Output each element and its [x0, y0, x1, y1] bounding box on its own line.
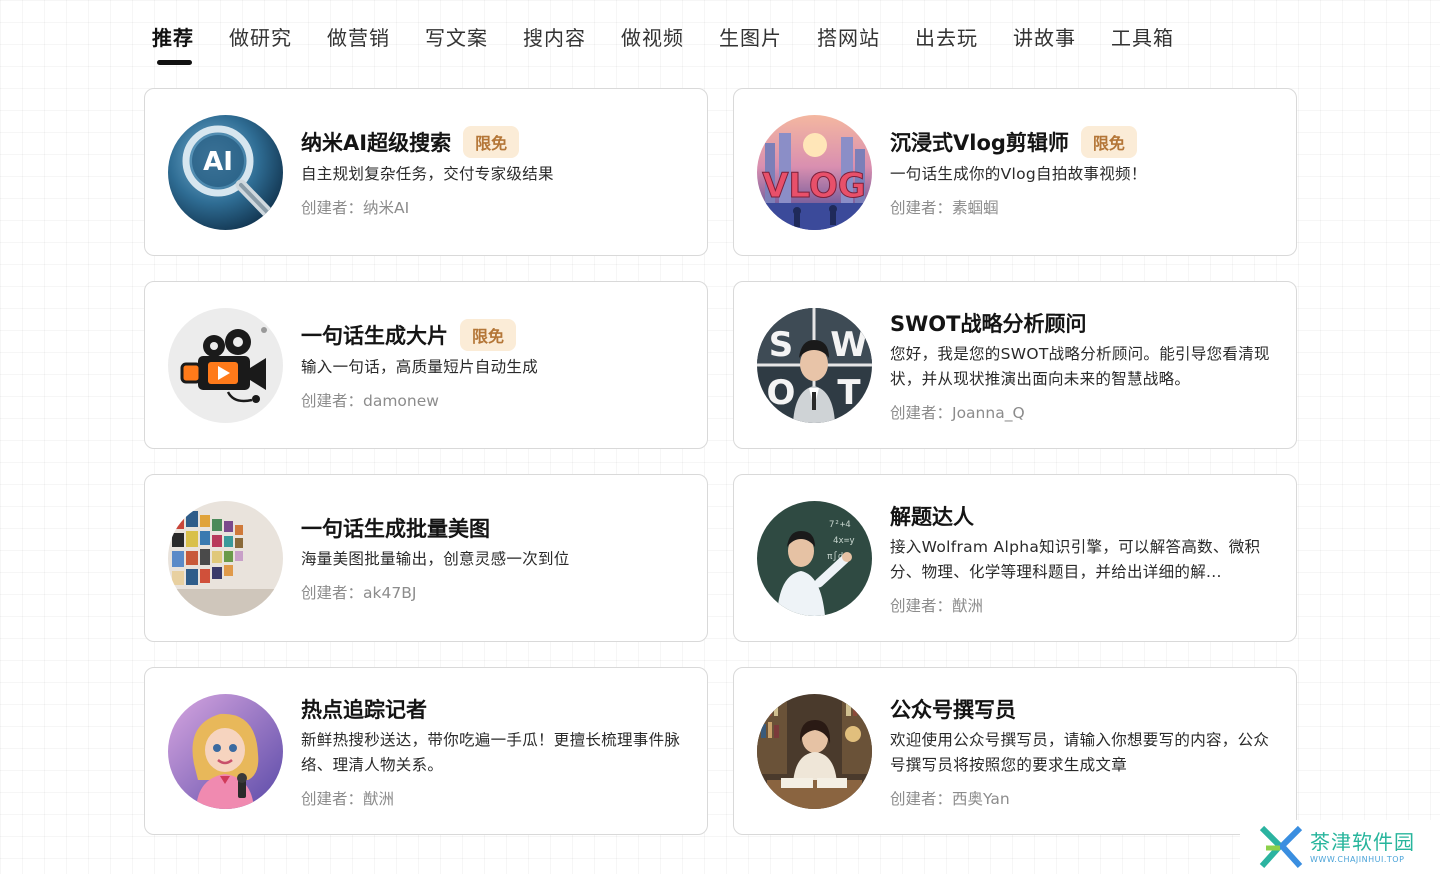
gallery-wall-icon	[168, 501, 283, 616]
tab-research[interactable]: 做研究	[229, 22, 292, 66]
agent-card-problem-solver[interactable]: 7²+4 4x=y π∫dx 解题达人 接入Wolfram Alpha知识引擎，…	[733, 474, 1297, 642]
watermark-logo-icon	[1259, 825, 1303, 869]
card-creator: 创建者：猷洲	[890, 596, 984, 615]
card-title: 热点追踪记者	[301, 697, 427, 722]
card-title: SWOT战略分析顾问	[890, 311, 1087, 336]
card-title: 公众号撰写员	[890, 697, 1016, 722]
writer-desk-icon	[757, 694, 872, 809]
free-badge: 限免	[463, 126, 520, 158]
card-creator: 创建者：西奥Yan	[890, 789, 1010, 808]
watermark-cn: 茶津软件园	[1310, 829, 1415, 854]
svg-text:O: O	[767, 373, 796, 413]
category-tabs: 推荐 做研究 做营销 写文案 搜内容 做视频 生图片 搭网站 出去玩 讲故事 工…	[152, 22, 1174, 66]
card-description: 您好，我是您的SWOT战略分析顾问。能引导您看清现状，并从现状推演出面向未来的智…	[890, 344, 1270, 388]
card-title: 解题达人	[890, 504, 974, 529]
card-description: 新鲜热搜秒送达，带你吃遍一手瓜！更擅长梳理事件脉络、理清人物关系。	[301, 730, 681, 774]
agent-card-hot-news-reporter[interactable]: 热点追踪记者 新鲜热搜秒送达，带你吃遍一手瓜！更擅长梳理事件脉络、理清人物关系。…	[144, 667, 708, 835]
free-badge: 限免	[1080, 126, 1137, 158]
card-description: 输入一句话，高质量短片自动生成	[301, 358, 539, 376]
agent-card-nano-ai-search[interactable]: AI 纳米AI超级搜索 限免 自主规划复杂任务，交付专家级结果 创建者：纳米AI	[144, 88, 708, 256]
svg-text:4x=y: 4x=y	[833, 536, 855, 546]
card-title: 沉浸式Vlog剪辑师	[890, 131, 1069, 155]
tab-toolbox[interactable]: 工具箱	[1111, 22, 1174, 66]
card-creator: 创建者：素蝈蝈	[890, 199, 999, 217]
svg-text:VLOG: VLOG	[762, 166, 866, 206]
agent-card-vlog-editor[interactable]: VLOG 沉浸式Vlog剪辑师 限免 一句话生成你的Vlog自拍故事视频！ 创建…	[733, 88, 1297, 256]
card-creator: 创建者：纳米AI	[301, 199, 410, 217]
movie-camera-icon	[168, 308, 283, 423]
watermark: 茶津软件园 WWW.CHAJINHUI.TOP	[1240, 820, 1440, 874]
tab-recommend[interactable]: 推荐	[152, 22, 194, 66]
agent-card-one-sentence-film[interactable]: 一句话生成大片 限免 输入一句话，高质量短片自动生成 创建者：damonew	[144, 281, 708, 449]
swot-portrait-icon: S W O T	[757, 308, 872, 423]
card-title: 一句话生成批量美图	[301, 517, 490, 541]
card-creator: 创建者：damonew	[301, 392, 439, 410]
svg-text:7²+4: 7²+4	[829, 520, 851, 530]
tab-story[interactable]: 讲故事	[1013, 22, 1076, 66]
tab-search-content[interactable]: 搜内容	[523, 22, 586, 66]
tab-video[interactable]: 做视频	[621, 22, 684, 66]
tab-copywriting[interactable]: 写文案	[425, 22, 488, 66]
agent-card-batch-images[interactable]: 一句话生成批量美图 海量美图批量输出，创意灵感一次到位 创建者：ak47BJ	[144, 474, 708, 642]
reporter-girl-icon	[168, 694, 283, 809]
card-description: 一句话生成你的Vlog自拍故事视频！	[890, 165, 1147, 183]
watermark-en: WWW.CHAJINHUI.TOP	[1310, 854, 1405, 864]
svg-text:AI: AI	[203, 147, 233, 177]
agent-card-grid: AI 纳米AI超级搜索 限免 自主规划复杂任务，交付专家级结果 创建者：纳米AI	[144, 88, 1297, 835]
card-title: 一句话生成大片	[301, 324, 448, 348]
agent-card-swot-advisor[interactable]: S W O T SWOT战略分析顾问 您好，我是您的SWOT战略分析顾问。能引导…	[733, 281, 1297, 449]
card-description: 自主规划复杂任务，交付专家级结果	[301, 165, 554, 183]
tab-marketing[interactable]: 做营销	[327, 22, 390, 66]
svg-text:W: W	[830, 325, 868, 365]
svg-text:T: T	[837, 373, 861, 413]
agent-card-wechat-writer[interactable]: 公众号撰写员 欢迎使用公众号撰写员，请输入你想要写的内容，公众号撰写员将按照您的…	[733, 667, 1297, 835]
card-title: 纳米AI超级搜索	[301, 131, 452, 155]
ai-magnifier-icon: AI	[168, 115, 283, 230]
card-creator: 创建者：Joanna_Q	[890, 403, 1025, 422]
card-creator: 创建者：猷洲	[301, 789, 395, 808]
teacher-blackboard-icon: 7²+4 4x=y π∫dx	[757, 501, 872, 616]
free-badge: 限免	[460, 319, 517, 351]
tab-image[interactable]: 生图片	[719, 22, 782, 66]
tab-travel[interactable]: 出去玩	[915, 22, 978, 66]
tab-website[interactable]: 搭网站	[817, 22, 880, 66]
card-description: 接入Wolfram Alpha知识引擎，可以解答高数、微积分、物理、化学等理科题…	[890, 537, 1261, 581]
card-description: 海量美图批量输出，创意灵感一次到位	[301, 550, 570, 568]
card-description: 欢迎使用公众号撰写员，请输入你想要写的内容，公众号撰写员将按照您的要求生成文章	[890, 730, 1270, 774]
card-creator: 创建者：ak47BJ	[301, 584, 417, 602]
vlog-city-icon: VLOG	[757, 115, 872, 230]
svg-text:S: S	[769, 325, 794, 365]
